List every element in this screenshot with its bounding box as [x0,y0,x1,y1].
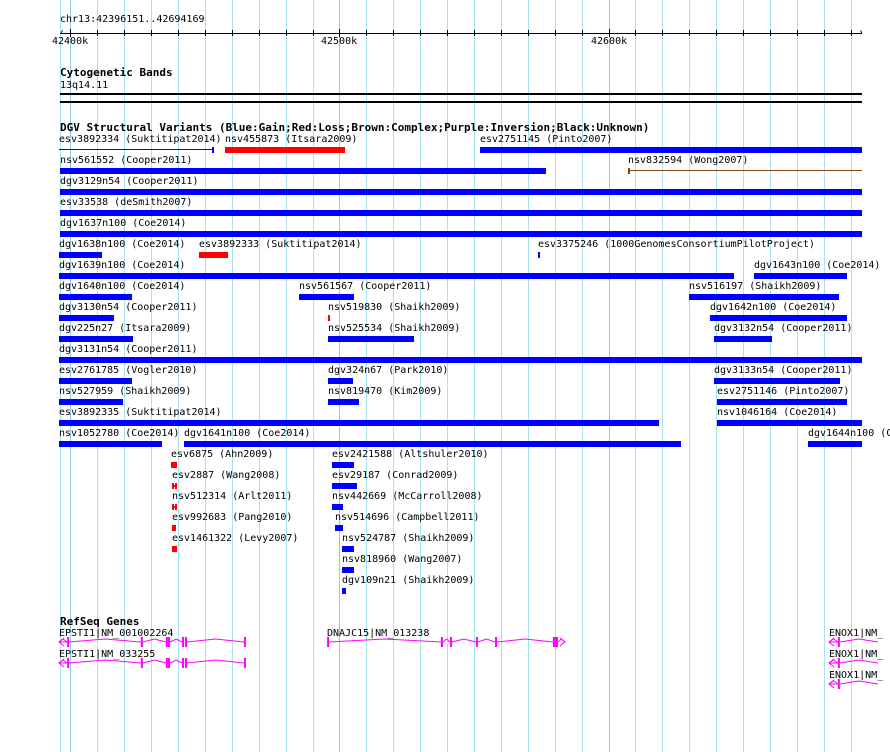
exon[interactable] [165,658,168,668]
gene-label[interactable]: EPSTI1|NM_001002264 [59,628,173,639]
intron-line[interactable] [451,638,477,643]
exon[interactable] [182,637,185,647]
exon[interactable] [495,637,498,647]
gene-label[interactable]: EPSTI1|NM_033255 [59,649,155,660]
gene-models [58,637,879,689]
intron-line[interactable] [839,680,879,685]
gene-label[interactable]: DNAJC15|NM_013238 [327,628,429,639]
exon[interactable] [182,658,185,668]
intron-line[interactable] [142,659,167,664]
exon[interactable] [552,637,558,647]
exon[interactable] [243,637,246,647]
intron-line[interactable] [496,638,553,643]
exon[interactable] [184,637,187,647]
intron-line[interactable] [169,638,183,643]
intron-line[interactable] [442,638,451,643]
exon[interactable] [475,637,478,647]
gene-label[interactable]: ENOX1|NM_ [829,649,883,660]
intron-line[interactable] [69,638,141,643]
exon[interactable] [184,658,187,668]
exon[interactable] [168,658,171,668]
exon[interactable] [243,658,246,668]
intron-line[interactable] [839,638,879,643]
intron-line[interactable] [329,638,441,643]
strand-arrow-right-icon[interactable] [559,637,566,647]
intron-line[interactable] [186,638,244,643]
intron-line[interactable] [477,638,496,643]
exon[interactable] [450,637,453,647]
intron-line[interactable] [142,638,167,643]
gene-label[interactable]: ENOX1|NM_ [829,628,883,639]
intron-line[interactable] [69,659,141,664]
intron-line[interactable] [839,659,879,664]
intron-line[interactable] [186,659,244,664]
gene-label[interactable]: ENOX1|NM_ [829,670,883,681]
exon[interactable] [440,637,443,647]
intron-line[interactable] [169,659,183,664]
